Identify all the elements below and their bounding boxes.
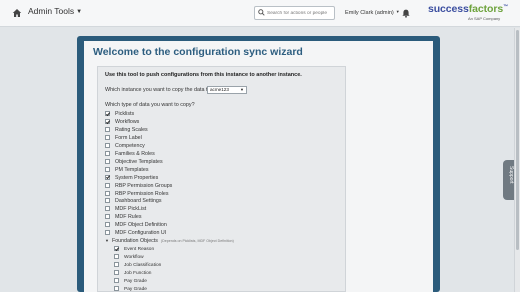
checkbox[interactable]: [105, 190, 110, 196]
option-label: Rating Scales: [115, 126, 148, 133]
checkbox[interactable]: [114, 246, 119, 252]
collapse-toggle-icon[interactable]: ▼: [105, 238, 109, 243]
option-label: Dashboard Settings: [115, 198, 162, 205]
option-label: Picklists: [115, 111, 135, 117]
checkbox[interactable]: [114, 285, 119, 291]
search-icon: [258, 9, 265, 16]
checkbox[interactable]: [105, 214, 110, 220]
page-scrollbar[interactable]: [514, 28, 520, 292]
foundation-object-option[interactable]: Pay Grade: [114, 285, 147, 292]
data-type-option[interactable]: PM Templates: [105, 166, 149, 175]
option-label: Workflows: [115, 118, 140, 125]
foundation-object-option[interactable]: Job Function: [114, 270, 151, 278]
data-type-option[interactable]: MDF Rules: [105, 214, 142, 222]
data-type-option[interactable]: Rating Scales: [105, 126, 148, 135]
chevron-down-icon: ▼: [240, 87, 244, 92]
checkbox[interactable]: [105, 111, 110, 116]
option-label: MDF PickList: [115, 206, 147, 213]
successfactors-logo: successfactors™ An SAP Company: [428, 3, 508, 21]
option-label: RBP Permission Roles: [115, 190, 169, 197]
admin-tools-label: Admin Tools: [28, 6, 75, 16]
user-name: Emily Clark (admin): [345, 10, 394, 16]
foundation-object-option[interactable]: Pay Grade: [114, 277, 147, 286]
data-type-option[interactable]: RBP Permission Groups: [105, 182, 173, 191]
checkbox[interactable]: [105, 182, 110, 188]
page-background: Welcome to the configuration sync wizard…: [0, 27, 520, 292]
foundation-object-option[interactable]: Event Reason: [114, 246, 154, 254]
data-type-option[interactable]: Objective Templates: [105, 158, 163, 167]
wizard-panel: Welcome to the configuration sync wizard…: [84, 41, 433, 292]
top-header: Admin Tools▼ Emily Clark (admin)▼ succes…: [0, 0, 520, 27]
option-label: Job Classification: [124, 263, 162, 269]
data-type-option[interactable]: Families & Roles: [105, 150, 155, 159]
data-type-option[interactable]: System Properties: [105, 174, 159, 183]
data-type-question: Which type of data you want to copy?: [105, 102, 195, 108]
option-label: Event Reason: [124, 247, 155, 253]
checkbox[interactable]: [105, 230, 110, 236]
checkbox[interactable]: [105, 206, 110, 212]
option-label: Pay Grade: [124, 286, 147, 292]
checkbox[interactable]: [114, 254, 119, 260]
target-instance-value: acme123: [210, 87, 229, 92]
user-menu[interactable]: Emily Clark (admin) ▼: [345, 9, 400, 16]
foundation-objects-group[interactable]: ▼ Foundation Objects (Depends on Picklists…: [105, 238, 234, 246]
foundation-object-option[interactable]: Workflow: [114, 254, 144, 262]
checkbox[interactable]: [114, 277, 119, 283]
option-label: Objective Templates: [115, 158, 163, 165]
chevron-down-icon: ▼: [395, 9, 400, 14]
option-label: Job Function: [124, 271, 152, 276]
checkbox[interactable]: [114, 270, 119, 275]
checkbox[interactable]: [105, 126, 110, 132]
search-box[interactable]: [254, 6, 335, 20]
option-label: MDF Configuration UI: [115, 230, 167, 237]
checkbox[interactable]: [105, 134, 110, 140]
data-type-option[interactable]: Form Label: [105, 134, 142, 143]
intro-text: Use this tool to push configurations fro…: [105, 72, 302, 78]
data-type-option[interactable]: MDF Object Definition: [105, 222, 167, 230]
data-type-option[interactable]: Dashboard Settings: [105, 198, 162, 206]
option-label: Form Label: [115, 134, 142, 141]
foundation-object-option[interactable]: Job Classification: [114, 262, 161, 270]
option-label: MDF Rules: [115, 214, 142, 221]
checkbox[interactable]: [105, 174, 110, 180]
home-icon[interactable]: [12, 8, 22, 18]
option-label: PM Templates: [115, 166, 149, 173]
foundation-objects-hint: (Depends on Picklists, MDF Object Defini…: [160, 239, 234, 244]
option-label: Competency: [115, 142, 145, 149]
page-title: Welcome to the configuration sync wizard: [93, 46, 303, 58]
option-label: MDF Object Definition: [115, 222, 167, 229]
checkbox[interactable]: [105, 222, 110, 228]
option-label: Workflow: [124, 255, 144, 261]
admin-tools-menu[interactable]: Admin Tools ▼: [28, 6, 82, 16]
option-label: Pay Grade: [124, 278, 147, 284]
data-type-option[interactable]: Picklists: [105, 111, 134, 119]
target-instance-label: Which instance you want to copy the data…: [105, 87, 212, 93]
scrollbar-thumb[interactable]: [516, 30, 519, 250]
checkbox[interactable]: [105, 118, 110, 124]
data-type-option[interactable]: Workflows: [105, 118, 140, 127]
chevron-down-icon: ▼: [76, 9, 83, 15]
option-label: RBP Permission Groups: [115, 182, 173, 189]
search-input[interactable]: [267, 8, 333, 18]
data-type-option[interactable]: Competency: [105, 142, 145, 151]
notifications-bell-icon[interactable]: [402, 9, 410, 18]
checkbox[interactable]: [105, 166, 110, 172]
checkbox[interactable]: [105, 198, 110, 204]
wizard-form: Use this tool to push configurations fro…: [97, 66, 346, 292]
data-type-option[interactable]: MDF PickList: [105, 206, 146, 214]
option-label: Families & Roles: [115, 150, 155, 157]
checkbox[interactable]: [105, 150, 110, 156]
target-instance-select[interactable]: acme123 ▼: [207, 86, 247, 94]
data-type-option[interactable]: MDF Configuration UI: [105, 230, 166, 238]
option-label: System Properties: [115, 174, 159, 181]
checkbox[interactable]: [105, 142, 110, 148]
data-type-option[interactable]: RBP Permission Roles: [105, 190, 169, 199]
foundation-objects-label: Foundation Objects: [111, 238, 158, 245]
checkbox[interactable]: [105, 158, 110, 164]
checkbox[interactable]: [114, 262, 119, 268]
